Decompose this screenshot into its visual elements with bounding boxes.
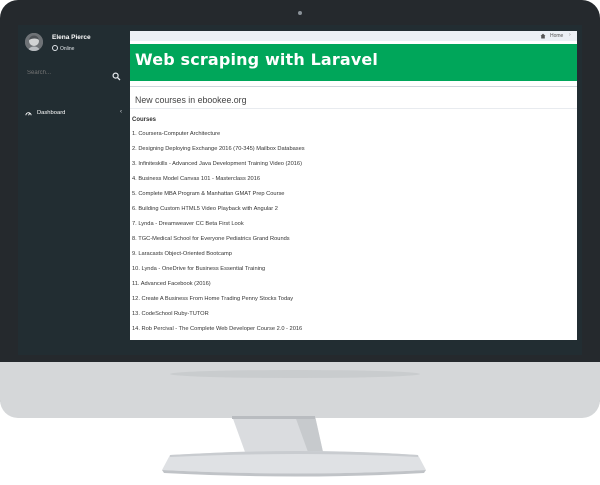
avatar-image bbox=[25, 33, 43, 51]
list-item: 9. Laracasts Object-Oriented Bootcamp bbox=[132, 251, 232, 257]
monitor-frame: Elena Pierce Online Dashboard bbox=[0, 0, 600, 418]
header-divider bbox=[130, 86, 577, 87]
sidebar-search bbox=[27, 67, 123, 81]
list-item: 4. Business Model Canvas 101 - Mastercla… bbox=[132, 176, 261, 182]
sidebar: Elena Pierce Online Dashboard bbox=[18, 25, 130, 355]
course-list: 1. Coursera-Computer Architecture 2. Des… bbox=[132, 131, 572, 340]
main-content: Home › Web scraping with Laravel New cou… bbox=[130, 31, 577, 340]
monitor-stand bbox=[162, 416, 426, 477]
search-button[interactable] bbox=[112, 68, 121, 81]
status-label: Online bbox=[60, 46, 75, 52]
browser-screen: Elena Pierce Online Dashboard bbox=[18, 25, 582, 355]
courses-label: Courses bbox=[132, 117, 157, 123]
user-status: Online bbox=[52, 45, 74, 52]
breadcrumb: Home › bbox=[130, 31, 577, 41]
chevron-left-icon: ‹ bbox=[120, 109, 122, 115]
sidebar-item-dashboard[interactable]: Dashboard ‹ bbox=[24, 109, 126, 123]
breadcrumb-home-link[interactable]: Home bbox=[550, 33, 563, 39]
page-title: Web scraping with Laravel bbox=[135, 50, 379, 69]
chevron-right-icon: › bbox=[569, 32, 571, 38]
status-icon bbox=[52, 45, 58, 51]
search-input[interactable] bbox=[27, 67, 101, 79]
home-icon bbox=[540, 33, 546, 39]
dashboard-label: Dashboard bbox=[37, 110, 66, 116]
list-item: 8. TGC-Medical School for Everyone Pedia… bbox=[132, 236, 290, 242]
dashboard-icon bbox=[25, 112, 32, 116]
chin-shadow bbox=[170, 370, 420, 378]
list-item: 3. Infiniteskills - Advanced Java Develo… bbox=[132, 161, 302, 167]
list-item: 13. CodeSchool Ruby-TUTOR bbox=[132, 311, 209, 317]
list-item: 7. Lynda - Dreamweaver CC Beta First Loo… bbox=[132, 221, 244, 227]
list-item: 1. Coursera-Computer Architecture bbox=[132, 131, 221, 137]
section-divider bbox=[130, 108, 577, 109]
list-item: 14. Rob Percival - The Complete Web Deve… bbox=[132, 326, 303, 332]
user-name: Elena Pierce bbox=[52, 34, 91, 41]
list-item: 12. Create A Business From Home Trading … bbox=[132, 296, 294, 302]
list-item: 6. Building Custom HTML5 Video Playback … bbox=[132, 206, 278, 212]
camera-dot bbox=[298, 11, 302, 15]
list-item: 5. Complete MBA Program & Manhattan GMAT… bbox=[132, 191, 285, 197]
list-item: 10. Lynda - OneDrive for Business Essent… bbox=[132, 266, 266, 272]
search-icon bbox=[112, 72, 121, 81]
user-avatar[interactable] bbox=[25, 33, 43, 51]
list-item: 2. Designing Deploying Exchange 2016 (70… bbox=[132, 146, 305, 152]
list-item: 11. Advanced Facebook (2016) bbox=[132, 281, 211, 287]
section-title: New courses in ebookee.org bbox=[135, 95, 247, 105]
page-header: Web scraping with Laravel bbox=[130, 44, 577, 81]
